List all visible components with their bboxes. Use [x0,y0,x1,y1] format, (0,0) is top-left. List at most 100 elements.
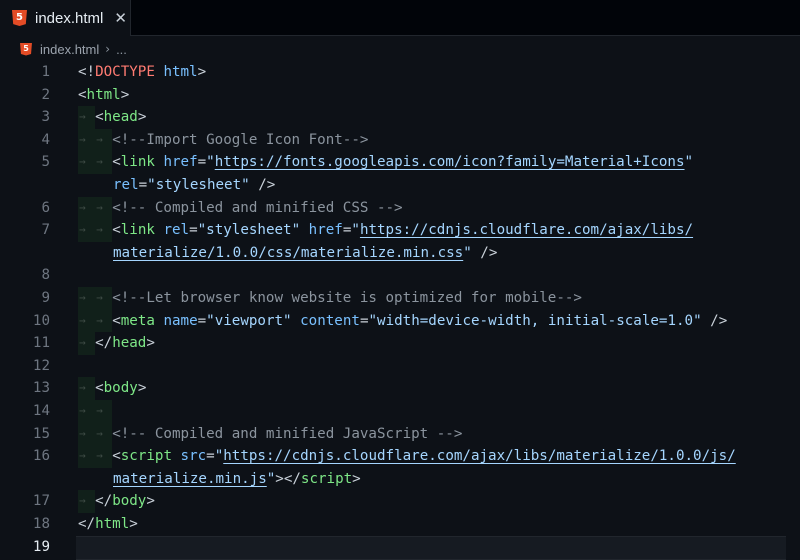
line-number: 12 [32,357,50,374]
editor-window: 5 index.html ✕ 5 index.html › ... 1 <!DO… [0,0,800,560]
url-link[interactable]: materialize/1.0.0/css/materialize.min.cs… [113,245,463,261]
line-number: 3 [41,109,50,126]
line-code: <head> [78,106,146,129]
current-line-highlight [76,535,786,560]
code-line[interactable]: 2 <html> [0,84,800,107]
tag-open: < [78,86,87,103]
code-line[interactable]: 10 <meta name="viewport" content="width=… [0,309,800,333]
code-line[interactable]: 18 </html> [0,513,800,536]
line-code: <!--Let browser know website is optimize… [78,287,582,310]
line-code: <link href="https://fonts.googleapis.com… [78,151,693,174]
tag-open: < [95,109,104,126]
url-link[interactable]: materialize.min.js [113,471,267,487]
line-code: </body> [78,490,155,513]
line-code: </head> [78,332,155,355]
tag-close: > [137,380,147,397]
tag-name: head [112,335,147,352]
tag-close: > [352,470,361,487]
line-number: 7 [41,222,50,239]
line-code: <body> [78,377,146,400]
code-editor[interactable]: 1 <!DOCTYPE html> 2 <html> 3 <head> 4 <!… [0,61,800,560]
quote: " [684,154,694,171]
code-line[interactable]: 1 <!DOCTYPE html> [0,61,800,84]
code-line[interactable]: 3 <head> [0,106,800,129]
doctype-open: <! [78,64,96,80]
quote: " [214,448,224,465]
attribute-value: "stylesheet" [147,177,250,193]
tag-close: > [137,109,147,126]
equals: = [197,154,207,171]
code-line[interactable]: 7 <link rel="stylesheet" href="https://c… [0,219,800,242]
indent-guide [95,151,113,174]
tag-close: > [120,86,130,103]
indent-guide [78,106,96,129]
url-link[interactable]: https://cdnjs.cloudflare.com/ajax/libs/ [360,222,693,238]
tag-mid: ></ [275,470,301,487]
tag-name: link [120,222,155,239]
close-icon[interactable]: ✕ [114,9,127,27]
line-code: <script src="https://cdnjs.cloudflare.co… [78,445,736,468]
code-line[interactable]: 6 <!-- Compiled and minified CSS --> [0,196,800,220]
tag-name: body [112,493,147,510]
scrollbar-track[interactable] [786,61,800,560]
breadcrumb-file[interactable]: index.html [40,42,99,57]
html5-file-icon-small: 5 [20,42,32,56]
url-link[interactable]: https://cdnjs.cloudflare.com/ajax/libs/m… [223,448,736,464]
line-number: 18 [32,516,50,532]
indent-guide [78,332,96,355]
line-number: 10 [32,312,50,329]
line-number: 6 [41,199,50,216]
html5-breadcrumb-icon: 5 [20,42,32,56]
line-code: <!DOCTYPE html> [78,61,206,84]
code-line[interactable]: 11 </head> [0,332,800,355]
code-line[interactable]: 14 [0,400,800,423]
tag-open: < [112,312,121,329]
code-line-wrapped[interactable]: rel="stylesheet" /> [0,174,800,197]
code-line[interactable]: 17 </body> [0,490,800,513]
tag-open: </ [95,335,113,352]
code-line-wrapped[interactable]: materialize.min.js"></script> [0,468,800,491]
quote: " [266,470,276,487]
code-line[interactable]: 16 <script src="https://cdnjs.cloudflare… [0,445,800,468]
indent-guide [95,287,113,310]
code-line[interactable]: 5 <link href="https://fonts.googleapis.c… [0,151,800,174]
line-code: <!--Import Google Icon Font--> [78,128,369,152]
tab-index-html[interactable]: 5 index.html ✕ [0,0,131,36]
tag-close: > [146,493,155,510]
indent-guide [95,400,113,423]
code-line-current[interactable]: 19 [0,535,800,560]
code-line[interactable]: 8 [0,264,800,287]
line-number: 8 [41,267,50,284]
indent-guide [78,377,96,400]
line-code [78,400,113,423]
tag-close: > [197,64,207,80]
indent-guide [95,128,113,152]
code-line[interactable]: 15 <!-- Compiled and minified JavaScript… [0,422,800,446]
indent-guide [95,219,113,242]
tag-name: body [103,380,138,397]
comment: <!--Import Google Icon Font--> [112,131,369,148]
code-line[interactable]: 9 <!--Let browser know website is optimi… [0,287,800,310]
attribute-name: src [180,448,207,465]
code-line[interactable]: 4 <!--Import Google Icon Font--> [0,128,800,152]
line-code: materialize.min.js"></script> [113,468,361,491]
indent-guide [78,196,96,220]
code-line[interactable]: 12 [0,355,800,378]
quote: " [463,244,472,261]
code-line-wrapped[interactable]: materialize/1.0.0/css/materialize.min.cs… [0,242,800,265]
indent-guide [78,445,96,468]
line-number: 1 [41,64,50,80]
breadcrumb: 5 index.html › ... [0,38,800,60]
indent-guide [95,445,113,468]
line-number: 16 [32,448,50,465]
breadcrumb-more[interactable]: ... [116,42,127,57]
tag-name: script [120,448,172,465]
url-link[interactable]: https://fonts.googleapis.com/icon?family… [215,154,685,170]
doctype-keyword: DOCTYPE [95,64,155,80]
doctype-value: html [163,64,198,80]
code-line[interactable]: 13 <body> [0,377,800,400]
line-code: <html> [78,84,129,107]
attribute-value: "width=device-width, initial-scale=1.0" [368,312,702,329]
attribute-name: name [163,312,198,329]
tag-open: < [112,154,121,171]
